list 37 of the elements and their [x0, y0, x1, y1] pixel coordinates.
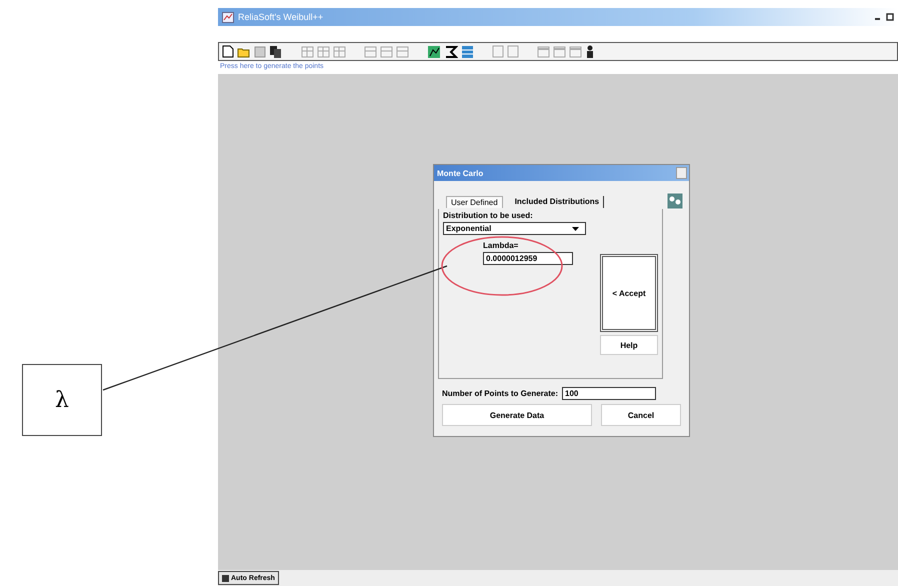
dialog-title: Monte Carlo [437, 168, 484, 178]
chart-icon [222, 12, 234, 22]
table-icon[interactable] [461, 44, 474, 58]
checkbox[interactable] [222, 574, 229, 582]
tab[interactable]: User Defined [446, 196, 503, 208]
page-icon[interactable] [507, 45, 519, 58]
maximize-icon[interactable] [886, 13, 894, 21]
grid-icon[interactable] [396, 46, 409, 58]
distribution-dropdown[interactable]: Exponential [443, 222, 586, 235]
help-button[interactable]: Help [600, 335, 658, 355]
caret-icon [572, 226, 579, 230]
cancel-button[interactable]: Cancel [601, 404, 681, 426]
grid-icon[interactable] [380, 46, 393, 58]
points-label: Number of Points to Generate: [442, 389, 558, 398]
grid-icon[interactable] [301, 46, 314, 58]
window-title: ReliaSoft's Weibull++ [238, 12, 324, 22]
distribution-label: Distribution to be used: [443, 211, 534, 220]
generate-button[interactable]: Generate Data [442, 404, 592, 426]
accept-button[interactable]: < Accept [600, 254, 658, 332]
window-icon[interactable] [537, 46, 550, 58]
page-icon[interactable] [492, 45, 504, 58]
window-icon[interactable] [553, 46, 566, 58]
folder-icon[interactable] [237, 46, 251, 58]
tab[interactable]: Included Distributions [510, 196, 604, 208]
grid-icon[interactable] [364, 46, 377, 58]
person-icon[interactable] [585, 44, 595, 58]
pages-icon[interactable] [269, 44, 283, 58]
points-field[interactable]: 100 [562, 387, 656, 400]
people-icon[interactable] [667, 193, 683, 209]
lambda-field[interactable]: 0.0000012959 [483, 252, 573, 265]
document-icon[interactable] [222, 45, 234, 58]
close-button[interactable] [676, 167, 687, 179]
plot-icon[interactable] [427, 44, 441, 58]
grid-icon[interactable] [317, 46, 330, 58]
lambda-label: Lambda= [483, 241, 520, 250]
grid-icon[interactable] [333, 46, 346, 58]
lambda-label-box: λ [22, 364, 102, 436]
